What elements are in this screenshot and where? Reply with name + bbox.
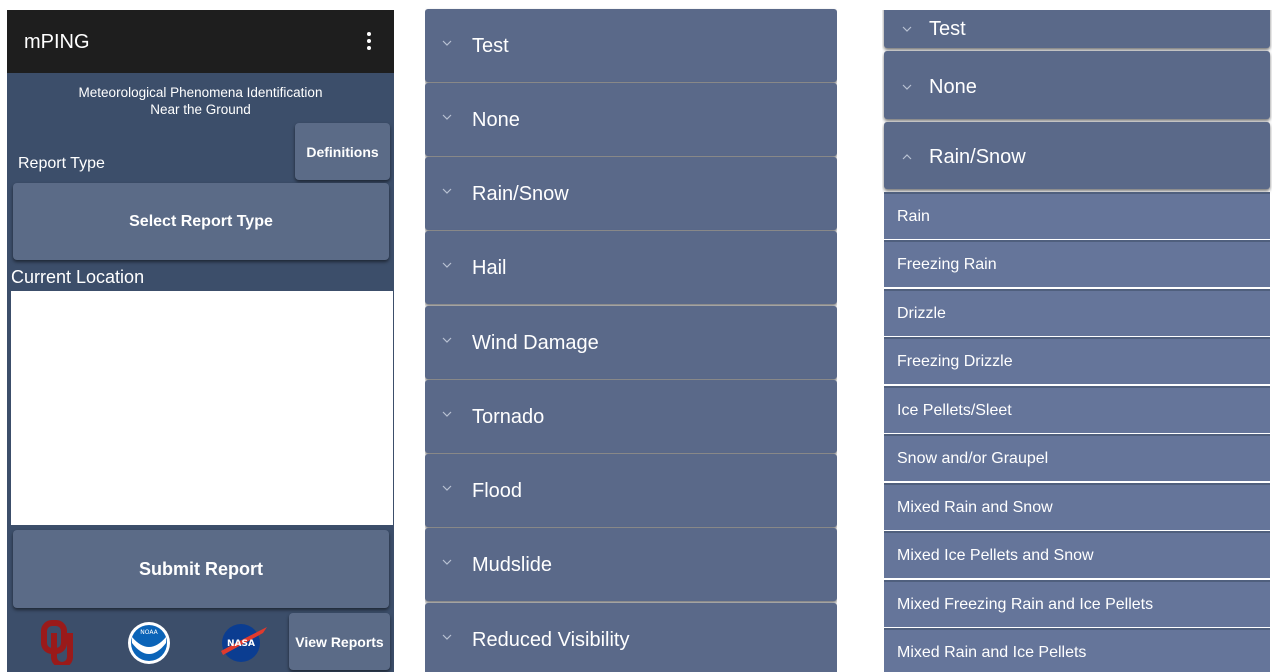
category-header-wind-damage[interactable]: Wind Damage (425, 306, 837, 379)
category-header-test[interactable]: Test (884, 10, 1270, 48)
chevron-down-icon (442, 337, 452, 343)
main-screen: mPING Meteorological Phenomena Identific… (7, 10, 394, 672)
report-type-list-collapsed: Test None Rain/Snow Hail Wind Damage Tor… (425, 7, 837, 672)
category-header-reduced-visibility[interactable]: Reduced Visibility (425, 603, 837, 672)
report-type-label: Report Type (18, 155, 105, 172)
category-label: Wind Damage (472, 332, 599, 354)
category-header-none[interactable]: None (884, 51, 1270, 119)
list-item-mixed-rain-ice-pellets[interactable]: Mixed Rain and Ice Pellets (884, 628, 1270, 672)
list-item-label: Ice Pellets/Sleet (897, 402, 1012, 419)
svg-text:NOAA: NOAA (140, 629, 158, 636)
list-item-label: Freezing Rain (897, 256, 997, 273)
ou-logo-icon: OU (41, 620, 73, 665)
list-item-label: Freezing Drizzle (897, 353, 1013, 370)
chevron-down-icon (442, 634, 452, 640)
definitions-button[interactable]: Definitions (295, 123, 390, 180)
category-label: Tornado (472, 406, 545, 428)
list-item-freezing-rain[interactable]: Freezing Rain (884, 240, 1270, 287)
category-header-tornado[interactable]: Tornado (425, 380, 837, 453)
chevron-down-icon (442, 559, 452, 565)
category-header-mudslide[interactable]: Mudslide (425, 528, 837, 601)
view-reports-button[interactable]: View Reports (289, 613, 390, 670)
list-item-drizzle[interactable]: Drizzle (884, 289, 1270, 336)
chevron-down-icon (442, 114, 452, 120)
noaa-logo-icon: NOAA (128, 622, 170, 664)
chevron-up-icon (902, 154, 912, 160)
list-item-mixed-ice-pellets-snow[interactable]: Mixed Ice Pellets and Snow (884, 531, 1270, 578)
category-header-test[interactable]: Test (425, 9, 837, 82)
list-item-ice-pellets-sleet[interactable]: Ice Pellets/Sleet (884, 386, 1270, 433)
report-type-list-expanded: Test None Rain/Snow Rain Freezing Rain D… (882, 10, 1272, 672)
overflow-menu-icon[interactable] (359, 30, 379, 54)
list-item-label: Mixed Freezing Rain and Ice Pellets (897, 596, 1154, 613)
chevron-down-icon (442, 485, 452, 491)
chevron-down-icon (902, 26, 912, 32)
category-label: None (472, 109, 520, 131)
chevron-down-icon (902, 84, 912, 90)
list-item-freezing-drizzle[interactable]: Freezing Drizzle (884, 337, 1270, 384)
list-item-label: Mixed Rain and Ice Pellets (897, 644, 1087, 661)
category-label: Mudslide (472, 554, 553, 576)
category-header-flood[interactable]: Flood (425, 454, 837, 527)
nasa-logo-icon: NASA (221, 624, 267, 662)
category-header-rain-snow[interactable]: Rain/Snow (425, 157, 837, 230)
list-item-label: Snow and/or Graupel (897, 450, 1049, 467)
app-subtitle: Meteorological Phenomena Identification … (7, 84, 394, 118)
category-label: Reduced Visibility (472, 629, 630, 651)
list-item-mixed-rain-snow[interactable]: Mixed Rain and Snow (884, 483, 1270, 530)
list-item-label: Mixed Ice Pellets and Snow (897, 547, 1094, 564)
list-item-mixed-freezing-rain-ice-pellets[interactable]: Mixed Freezing Rain and Ice Pellets (884, 580, 1270, 627)
location-map[interactable] (11, 291, 393, 525)
list-item-label: Mixed Rain and Snow (897, 499, 1053, 516)
submit-report-button[interactable]: Submit Report (13, 530, 389, 608)
chevron-down-icon (442, 188, 452, 194)
app-bar: mPING (7, 10, 394, 73)
chevron-down-icon (442, 262, 452, 268)
category-label: Rain/Snow (929, 146, 1026, 168)
list-item-snow-graupel[interactable]: Snow and/or Graupel (884, 434, 1270, 481)
category-label: Test (929, 18, 966, 40)
category-label: Flood (472, 480, 523, 502)
category-label: None (929, 76, 977, 98)
svg-text:NASA: NASA (227, 639, 255, 649)
select-report-type-button[interactable]: Select Report Type (13, 183, 389, 260)
list-item-rain[interactable]: Rain (884, 192, 1270, 239)
app-title: mPING (24, 31, 90, 53)
category-header-none[interactable]: None (425, 83, 837, 156)
current-location-label: Current Location (11, 267, 145, 287)
subtitle-line-2: Near the Ground (150, 102, 251, 117)
category-label: Test (472, 35, 509, 57)
category-label: Hail (472, 257, 507, 279)
category-header-hail[interactable]: Hail (425, 231, 837, 304)
category-label: Rain/Snow (472, 183, 569, 205)
list-item-label: Rain (897, 208, 930, 225)
chevron-down-icon (442, 411, 452, 417)
subtitle-line-1: Meteorological Phenomena Identification (78, 85, 323, 100)
category-header-rain-snow[interactable]: Rain/Snow (884, 122, 1270, 189)
list-item-label: Drizzle (897, 305, 946, 322)
chevron-down-icon (442, 40, 452, 46)
